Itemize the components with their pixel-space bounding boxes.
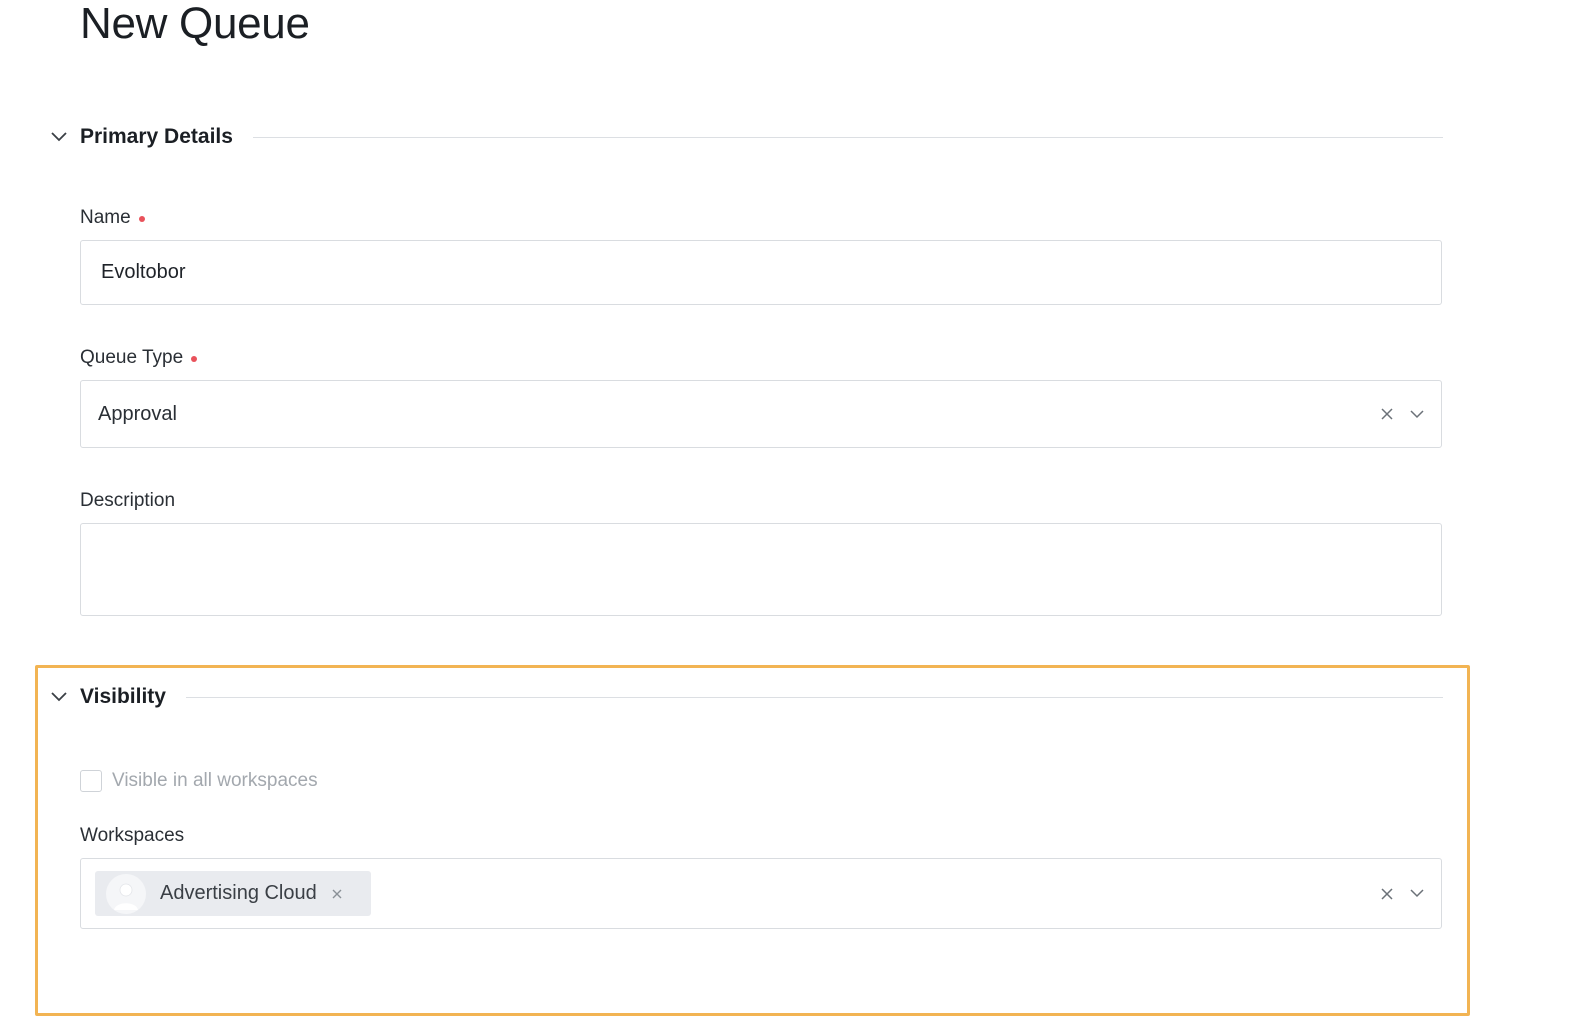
section-divider (252, 136, 1443, 138)
user-avatar-icon (106, 873, 146, 914)
workspaces-dropdown-chevron-down-icon[interactable] (1409, 886, 1425, 902)
clear-workspaces-close-icon[interactable] (1379, 886, 1395, 902)
visible-in-all-workspaces-row: Visible in all workspaces (80, 770, 318, 792)
workspace-chip: Advertising Cloud (95, 871, 371, 916)
name-label-text: Name (80, 207, 131, 228)
queue-type-selected-value: Approval (98, 402, 177, 425)
workspaces-label-text: Workspaces (80, 825, 185, 846)
description-field (80, 523, 1442, 616)
name-input[interactable] (81, 241, 1441, 304)
section-title-visibility: Visibility (80, 685, 166, 708)
required-indicator (191, 356, 198, 362)
page-title: New Queue (80, 0, 310, 48)
name-field-label: Name (80, 207, 145, 229)
queue-type-label-text: Queue Type (80, 347, 184, 368)
description-field-label: Description (80, 490, 175, 512)
remove-workspace-close-icon[interactable] (331, 888, 343, 900)
visibility-section-highlight (35, 665, 1470, 1016)
collapse-primary-details-chevron-down-icon[interactable] (46, 124, 72, 150)
visible-in-all-workspaces-label: Visible in all workspaces (112, 770, 318, 791)
queue-type-select-controls (1379, 381, 1425, 447)
workspace-chip-label: Advertising Cloud (160, 882, 317, 904)
workspaces-select-controls (1379, 859, 1425, 928)
workspaces-multiselect[interactable]: Advertising Cloud (80, 858, 1442, 929)
section-title-primary-details: Primary Details (80, 125, 233, 148)
name-field (80, 240, 1442, 305)
description-textarea[interactable] (81, 524, 1441, 615)
collapse-visibility-chevron-down-icon[interactable] (46, 684, 72, 710)
description-label-text: Description (80, 490, 176, 511)
clear-queue-type-close-icon[interactable] (1379, 406, 1395, 422)
queue-type-dropdown-chevron-down-icon[interactable] (1409, 406, 1425, 422)
queue-type-select[interactable]: Approval (80, 380, 1442, 448)
section-header-primary-details: Primary Details (46, 122, 1443, 152)
workspaces-field-label: Workspaces (80, 825, 184, 847)
required-indicator (138, 216, 145, 222)
queue-type-field-label: Queue Type (80, 347, 198, 369)
section-header-visibility: Visibility (46, 682, 1443, 712)
section-divider (185, 696, 1443, 698)
visible-in-all-workspaces-checkbox[interactable] (80, 770, 102, 792)
